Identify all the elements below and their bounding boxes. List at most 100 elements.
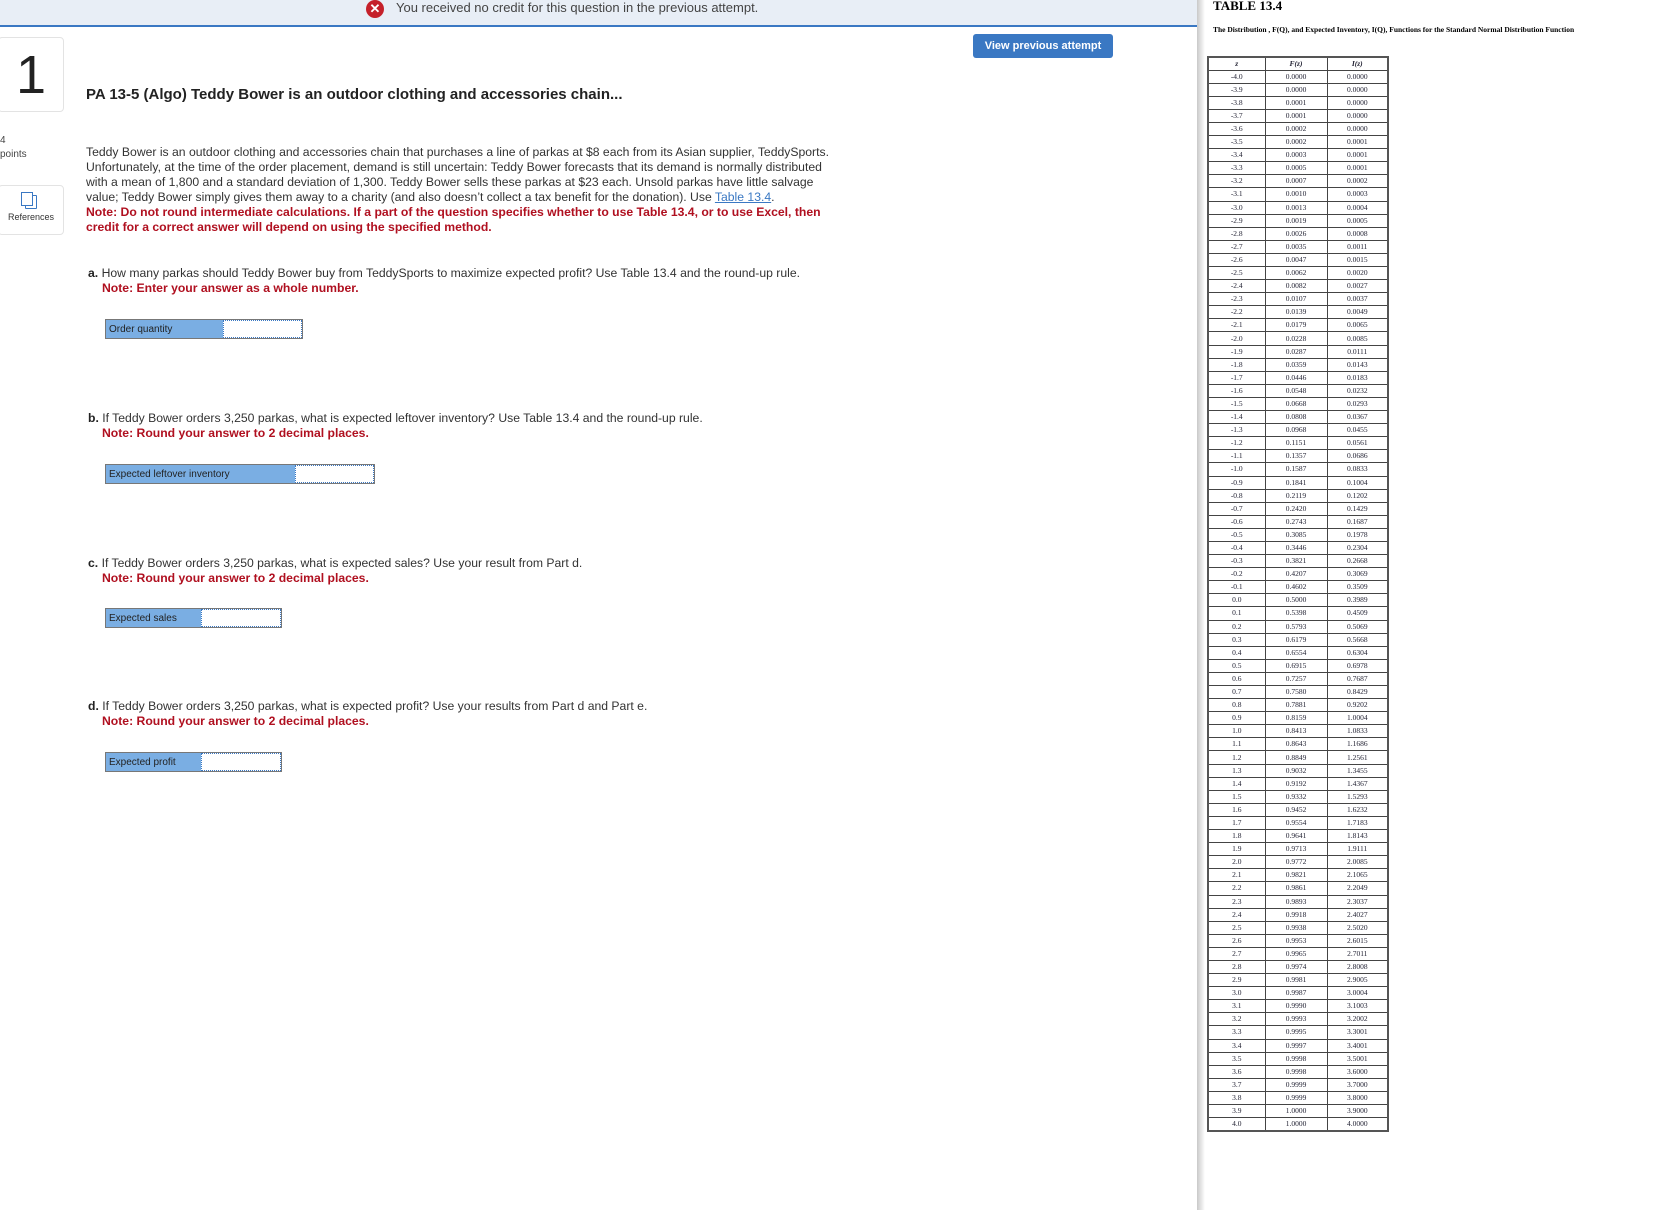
cell-z: 3.2 bbox=[1207, 1012, 1266, 1027]
references-label: References bbox=[7, 212, 55, 222]
table-row: -0.6 0.2743 0.1687 bbox=[1207, 514, 1389, 529]
expected-sales-input[interactable] bbox=[201, 609, 281, 627]
cell-iz: 0.0000 bbox=[1326, 69, 1389, 84]
table-13-4-link[interactable]: Table 13.4 bbox=[715, 190, 771, 204]
expected-leftover-inventory-input[interactable] bbox=[295, 465, 374, 483]
cell-fz: 0.0359 bbox=[1264, 357, 1328, 372]
table-row: -0.3 0.3821 0.2668 bbox=[1207, 554, 1389, 569]
part-letter: d. bbox=[88, 699, 99, 713]
cell-iz: 3.3001 bbox=[1326, 1025, 1389, 1040]
part-d: d. If Teddy Bower orders 3,250 parkas, w… bbox=[88, 699, 647, 729]
cell-z: -2.1 bbox=[1207, 318, 1266, 333]
answer-row-leftover-inventory: Expected leftover inventory bbox=[105, 464, 375, 484]
panel-divider[interactable] bbox=[1197, 0, 1205, 1210]
cell-iz: 2.7011 bbox=[1326, 946, 1389, 961]
cell-z: -2.4 bbox=[1207, 279, 1266, 294]
normal-distribution-table: z F(z) I(z) -4.0 0.0000 0.0000 -3.9 0.0000 0.… bbox=[1207, 56, 1389, 1132]
cell-iz: 0.0293 bbox=[1326, 396, 1389, 412]
table-row: 2.5 0.9938 2.5020 bbox=[1207, 920, 1389, 935]
cell-iz: 0.7687 bbox=[1326, 671, 1389, 687]
cell-z: -1.0 bbox=[1207, 462, 1266, 477]
view-previous-attempt-button[interactable]: View previous attempt bbox=[973, 34, 1113, 58]
question-number: 1 bbox=[0, 37, 64, 112]
cell-iz: 0.0686 bbox=[1326, 449, 1389, 464]
cell-fz: 0.2119 bbox=[1264, 488, 1328, 503]
cell-z: 2.0 bbox=[1207, 855, 1266, 870]
cell-z: -2.0 bbox=[1207, 331, 1266, 346]
table-row: -0.5 0.3085 0.1978 bbox=[1207, 527, 1389, 542]
header-fz: F(z) bbox=[1264, 56, 1328, 71]
table-row: -3.1 0.0010 0.0003 bbox=[1207, 187, 1389, 202]
cell-iz: 0.0001 bbox=[1326, 135, 1389, 150]
cell-fz: 0.9861 bbox=[1264, 881, 1328, 896]
table-row: 1.6 0.9452 1.6232 bbox=[1207, 802, 1389, 817]
part-letter: a. bbox=[88, 266, 99, 280]
table-row: 0.6 0.7257 0.7687 bbox=[1207, 671, 1389, 687]
field-label: Order quantity bbox=[106, 320, 223, 338]
table-row: 3.5 0.9998 3.5001 bbox=[1207, 1051, 1389, 1066]
cell-iz: 0.3069 bbox=[1326, 567, 1389, 582]
cell-z: -3.3 bbox=[1207, 161, 1266, 176]
cell-fz: 0.9938 bbox=[1264, 920, 1328, 935]
table-row: 1.0 0.8413 1.0833 bbox=[1207, 724, 1389, 739]
table-row: 1.7 0.9554 1.7183 bbox=[1207, 815, 1389, 831]
part-note: Note: Round your answer to 2 decimal pla… bbox=[102, 426, 369, 440]
cell-z: -2.2 bbox=[1207, 305, 1266, 320]
cell-iz: 3.9000 bbox=[1326, 1103, 1389, 1119]
part-text: If Teddy Bower orders 3,250 parkas, what… bbox=[102, 411, 703, 425]
table-title: TABLE 13.4 bbox=[1213, 0, 1283, 13]
table-row: -0.7 0.2420 0.1429 bbox=[1207, 501, 1389, 516]
cell-fz: 0.0082 bbox=[1264, 279, 1328, 294]
table-row: 3.8 0.9999 3.8000 bbox=[1207, 1090, 1389, 1106]
table-row: 2.0 0.9772 2.0085 bbox=[1207, 855, 1389, 870]
cell-fz: 0.6915 bbox=[1264, 658, 1328, 673]
order-quantity-input[interactable] bbox=[223, 320, 302, 338]
table-row: -1.6 0.0548 0.0232 bbox=[1207, 383, 1389, 398]
table-row: 2.2 0.9861 2.2049 bbox=[1207, 881, 1389, 896]
cell-z: -3.0 bbox=[1207, 200, 1266, 215]
cell-iz: 3.4001 bbox=[1326, 1038, 1389, 1053]
table-row: 2.7 0.9965 2.7011 bbox=[1207, 946, 1389, 961]
cell-iz: 0.0561 bbox=[1326, 436, 1389, 451]
cell-z: -1.9 bbox=[1207, 344, 1266, 359]
table-row: 4.0 1.0000 4.0000 bbox=[1207, 1117, 1389, 1132]
cell-iz: 0.0003 bbox=[1326, 187, 1389, 202]
cell-z: -0.7 bbox=[1207, 501, 1266, 516]
cell-fz: 0.4207 bbox=[1264, 567, 1328, 582]
cell-z: -1.4 bbox=[1207, 410, 1266, 425]
answer-row-expected-profit: Expected profit bbox=[105, 752, 282, 772]
references-button[interactable]: References bbox=[0, 185, 64, 235]
table-row: -0.2 0.4207 0.3069 bbox=[1207, 567, 1389, 582]
cell-fz: 0.9999 bbox=[1264, 1090, 1328, 1106]
body-end: . bbox=[771, 190, 775, 204]
cell-iz: 0.1202 bbox=[1326, 488, 1389, 503]
cell-iz: 3.6000 bbox=[1326, 1064, 1389, 1079]
cell-iz: 2.6015 bbox=[1326, 933, 1389, 948]
table-row: 0.5 0.6915 0.6978 bbox=[1207, 658, 1389, 673]
cell-iz: 0.0020 bbox=[1326, 265, 1389, 281]
table-row: 0.9 0.8159 1.0004 bbox=[1207, 711, 1389, 726]
cell-z: -4.0 bbox=[1207, 69, 1266, 84]
cell-z: 1.0 bbox=[1207, 724, 1266, 739]
cell-fz: 0.0228 bbox=[1264, 331, 1328, 346]
table-row: -2.4 0.0082 0.0027 bbox=[1207, 279, 1389, 294]
cell-fz: 0.9995 bbox=[1264, 1025, 1328, 1040]
cell-iz: 0.6304 bbox=[1326, 645, 1389, 660]
cell-z: -3.4 bbox=[1207, 148, 1266, 163]
cell-iz: 0.9202 bbox=[1326, 698, 1389, 713]
expected-profit-input[interactable] bbox=[201, 753, 281, 771]
cell-iz: 1.0004 bbox=[1326, 711, 1389, 726]
cell-iz: 0.0000 bbox=[1326, 108, 1389, 123]
cell-z: -0.8 bbox=[1207, 488, 1266, 503]
cell-iz: 0.3989 bbox=[1326, 593, 1389, 608]
cell-fz: 0.2420 bbox=[1264, 501, 1328, 516]
table-row: 2.1 0.9821 2.1065 bbox=[1207, 868, 1389, 883]
banner-message: You received no credit for this question… bbox=[396, 0, 759, 15]
cell-iz: 1.7183 bbox=[1326, 815, 1389, 831]
table-row: 1.4 0.9192 1.4367 bbox=[1207, 776, 1389, 791]
cell-fz: 0.0007 bbox=[1264, 174, 1328, 189]
cell-z: 3.7 bbox=[1207, 1077, 1266, 1092]
table-row: 3.4 0.9997 3.4001 bbox=[1207, 1038, 1389, 1053]
part-letter: b. bbox=[88, 411, 99, 425]
cell-fz: 0.9332 bbox=[1264, 789, 1328, 804]
